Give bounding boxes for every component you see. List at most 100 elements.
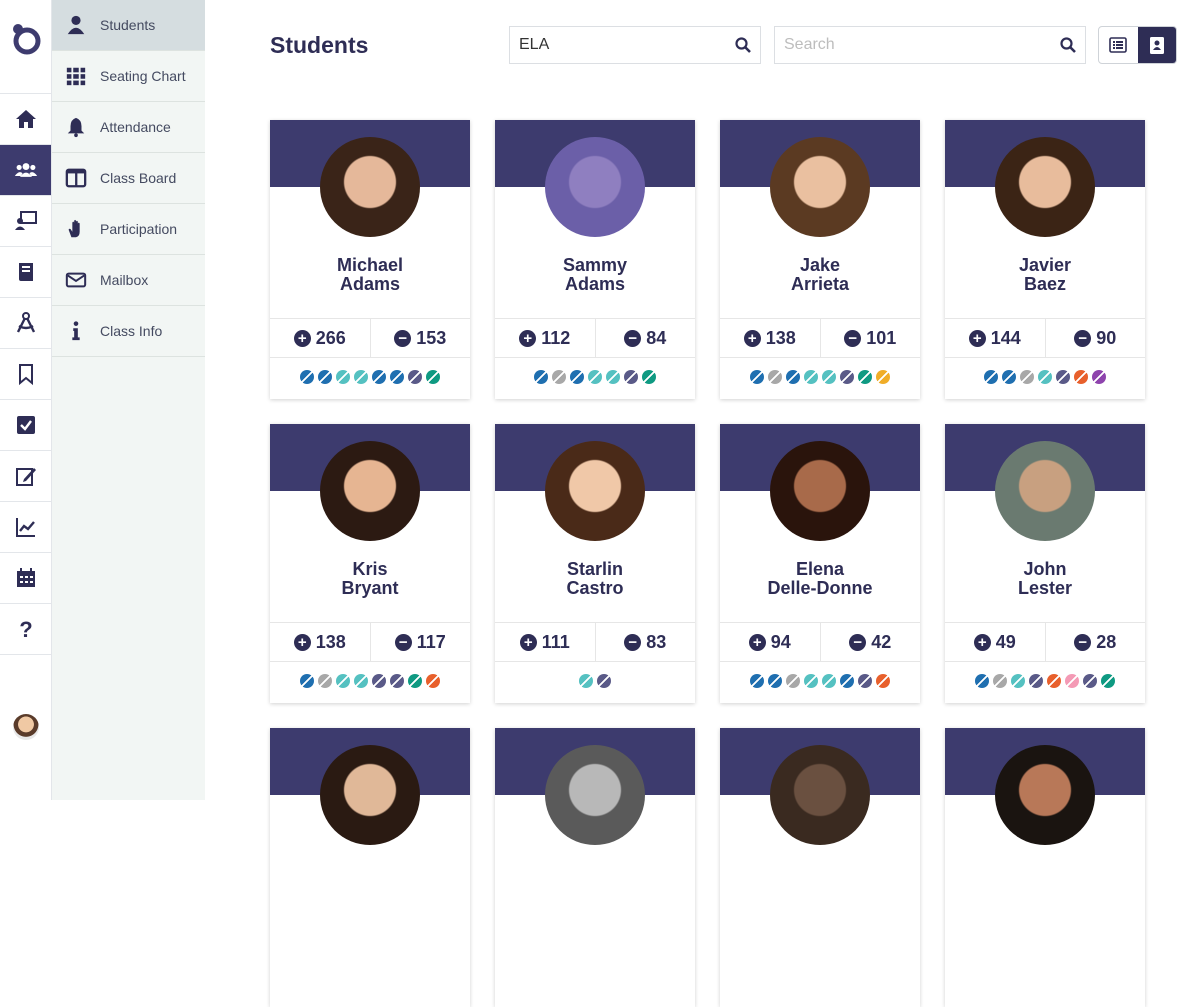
checkbox-icon[interactable] bbox=[0, 400, 51, 451]
badge-dot-icon bbox=[1047, 674, 1061, 688]
positive-points-value: 94 bbox=[770, 631, 791, 652]
student-card[interactable]: Sammy Adams +112−84 bbox=[495, 120, 695, 399]
badge-dots bbox=[720, 674, 920, 688]
negative-points-button[interactable]: −42 bbox=[819, 623, 921, 661]
badge-dot-icon bbox=[552, 370, 566, 384]
positive-points-button[interactable]: +112 bbox=[495, 319, 595, 357]
negative-points-button[interactable]: −101 bbox=[819, 319, 921, 357]
badge-dot-icon bbox=[1038, 370, 1052, 384]
student-card[interactable]: Kris Bryant +138−117 bbox=[270, 424, 470, 703]
users-icon[interactable] bbox=[0, 145, 51, 196]
badge-dot-icon bbox=[876, 674, 890, 688]
minus-circle-icon: − bbox=[394, 329, 412, 347]
help-icon[interactable]: ? bbox=[0, 604, 51, 655]
negative-points-value: 153 bbox=[416, 327, 447, 348]
student-card[interactable]: Elena Delle-Donne +94−42 bbox=[720, 424, 920, 703]
badge-dot-icon bbox=[390, 370, 404, 384]
edit-icon[interactable] bbox=[0, 451, 51, 502]
compass-icon[interactable] bbox=[0, 298, 51, 349]
student-card[interactable]: Starlin Castro +111−83 bbox=[495, 424, 695, 703]
badge-dot-icon bbox=[579, 674, 593, 688]
submenu-item-class-board[interactable]: Class Board bbox=[52, 153, 205, 204]
positive-points-button[interactable]: +111 bbox=[495, 623, 595, 661]
student-card[interactable]: +− bbox=[495, 728, 695, 1007]
page-title: Students bbox=[270, 32, 369, 58]
student-avatar bbox=[995, 441, 1095, 541]
positive-points-value: 111 bbox=[541, 631, 570, 652]
presentation-icon[interactable] bbox=[0, 196, 51, 247]
badge-dot-icon bbox=[624, 370, 638, 384]
student-card[interactable]: +− bbox=[270, 728, 470, 1007]
badge-dot-icon bbox=[606, 370, 620, 384]
positive-points-button[interactable]: +49 bbox=[945, 623, 1045, 661]
book-icon[interactable] bbox=[0, 247, 51, 298]
positive-points-value: 138 bbox=[765, 327, 796, 348]
negative-points-value: 83 bbox=[646, 631, 667, 652]
hand-icon bbox=[52, 218, 100, 240]
student-card[interactable]: Michael Adams +266−153 bbox=[270, 120, 470, 399]
points-row: +94−42 bbox=[720, 622, 920, 662]
badge-dot-icon bbox=[426, 674, 440, 688]
badge-dot-icon bbox=[750, 370, 764, 384]
home-icon[interactable] bbox=[0, 94, 51, 145]
badge-dot-icon bbox=[354, 370, 368, 384]
positive-points-value: 266 bbox=[315, 327, 346, 348]
student-first-name: Michael bbox=[336, 255, 404, 275]
info-icon bbox=[52, 320, 100, 342]
submenu-item-students[interactable]: Students bbox=[52, 0, 205, 51]
submenu-item-class-info[interactable]: Class Info bbox=[52, 306, 205, 357]
search-icon[interactable] bbox=[1051, 37, 1085, 53]
points-row: +266−153 bbox=[270, 318, 470, 358]
positive-points-button[interactable]: +138 bbox=[720, 319, 820, 357]
student-first-name: Sammy bbox=[562, 255, 628, 275]
submenu-item-seating-chart[interactable]: Seating Chart bbox=[52, 51, 205, 102]
card-view-button[interactable] bbox=[1137, 27, 1176, 63]
badge-dot-icon bbox=[1020, 370, 1034, 384]
badge-dot-icon bbox=[372, 674, 386, 688]
negative-points-value: 28 bbox=[1096, 631, 1117, 652]
bookmark-icon[interactable] bbox=[0, 349, 51, 400]
negative-points-button[interactable]: −28 bbox=[1044, 623, 1146, 661]
student-card[interactable]: Jake Arrieta +138−101 bbox=[720, 120, 920, 399]
badge-dot-icon bbox=[300, 674, 314, 688]
student-card[interactable]: John Lester +49−28 bbox=[945, 424, 1145, 703]
negative-points-button[interactable]: −153 bbox=[369, 319, 471, 357]
student-avatar bbox=[545, 745, 645, 845]
negative-points-button[interactable]: −90 bbox=[1044, 319, 1146, 357]
chart-line-icon[interactable] bbox=[0, 502, 51, 553]
submenu-item-participation[interactable]: Participation bbox=[52, 204, 205, 255]
student-card[interactable]: Javier Baez +144−90 bbox=[945, 120, 1145, 399]
student-card[interactable]: +− bbox=[945, 728, 1145, 1007]
list-view-button[interactable] bbox=[1099, 27, 1138, 63]
badge-dot-icon bbox=[408, 370, 422, 384]
badge-dot-icon bbox=[597, 674, 611, 688]
search-input[interactable] bbox=[775, 35, 1051, 55]
positive-points-button[interactable]: +94 bbox=[720, 623, 820, 661]
contact-card-icon bbox=[1149, 36, 1164, 54]
search-icon[interactable] bbox=[726, 37, 760, 53]
negative-points-button[interactable]: −117 bbox=[369, 623, 471, 661]
student-search[interactable] bbox=[774, 26, 1086, 64]
submenu-item-attendance[interactable]: Attendance bbox=[52, 102, 205, 153]
positive-points-button[interactable]: +138 bbox=[270, 623, 370, 661]
student-card[interactable]: +− bbox=[720, 728, 920, 1007]
negative-points-button[interactable]: −84 bbox=[594, 319, 696, 357]
negative-points-value: 117 bbox=[416, 631, 446, 652]
student-last-name: Arrieta bbox=[790, 274, 850, 294]
submenu-item-mailbox[interactable]: Mailbox bbox=[52, 255, 205, 306]
student-last-name: Lester bbox=[1017, 578, 1073, 598]
calendar-icon[interactable] bbox=[0, 553, 51, 604]
student-name: Starlin Castro bbox=[495, 560, 695, 598]
user-avatar[interactable] bbox=[13, 714, 39, 740]
class-filter-field[interactable]: ELA bbox=[509, 26, 761, 64]
minus-circle-icon: − bbox=[624, 633, 642, 651]
badge-dot-icon bbox=[876, 370, 890, 384]
minus-circle-icon: − bbox=[1074, 329, 1092, 347]
bell-icon bbox=[52, 116, 100, 138]
app-logo-icon[interactable] bbox=[0, 0, 51, 94]
badge-dot-icon bbox=[336, 674, 350, 688]
positive-points-button[interactable]: +144 bbox=[945, 319, 1045, 357]
minus-circle-icon: − bbox=[624, 329, 642, 347]
positive-points-button[interactable]: +266 bbox=[270, 319, 370, 357]
negative-points-button[interactable]: −83 bbox=[594, 623, 696, 661]
